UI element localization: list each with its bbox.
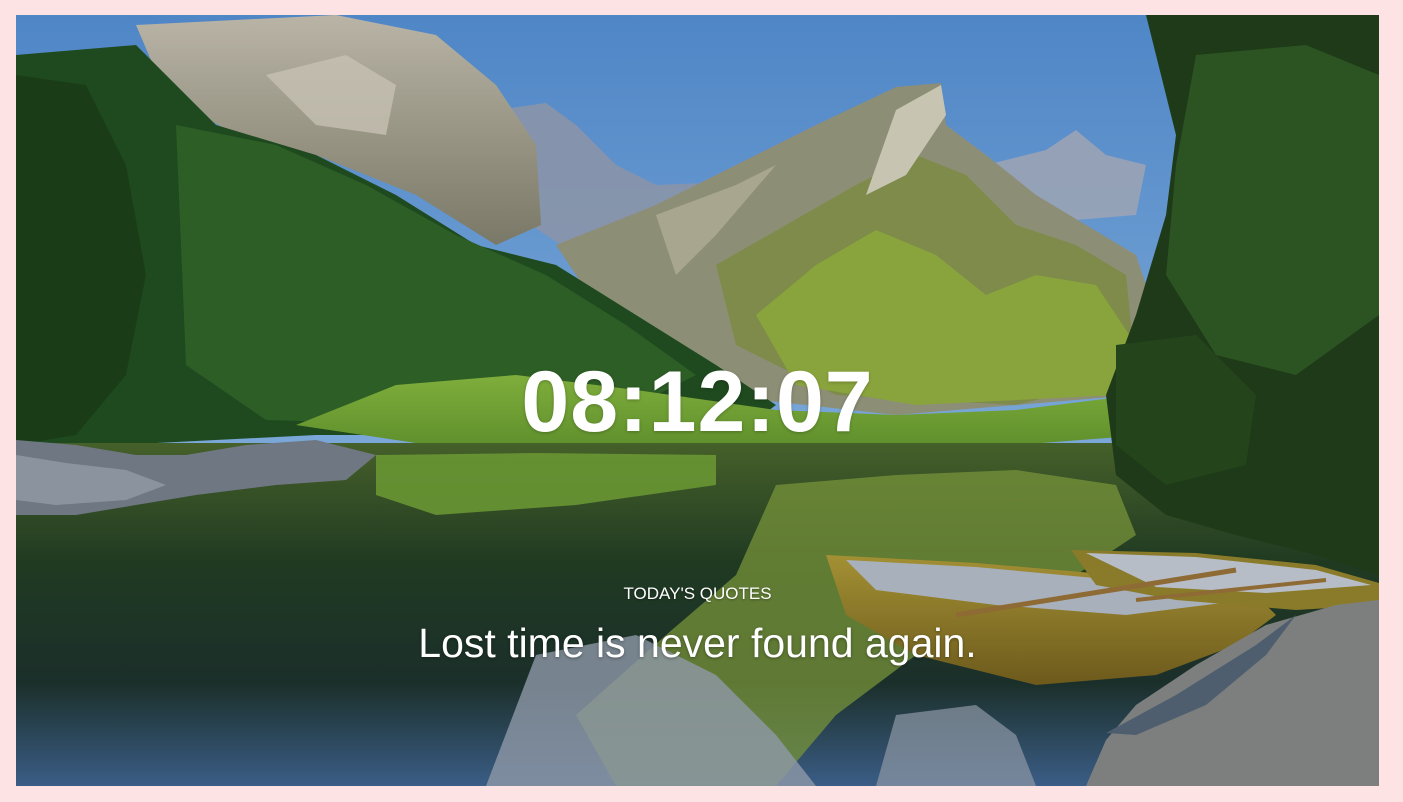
quote-label: TODAY'S QUOTES [623, 584, 772, 603]
wallpaper-frame: 08:12:07 TODAY'S QUOTES Lost time is nev… [16, 15, 1379, 786]
quote-text: Lost time is never found again. [418, 620, 977, 666]
clock-time: 08:12:07 [521, 354, 874, 450]
